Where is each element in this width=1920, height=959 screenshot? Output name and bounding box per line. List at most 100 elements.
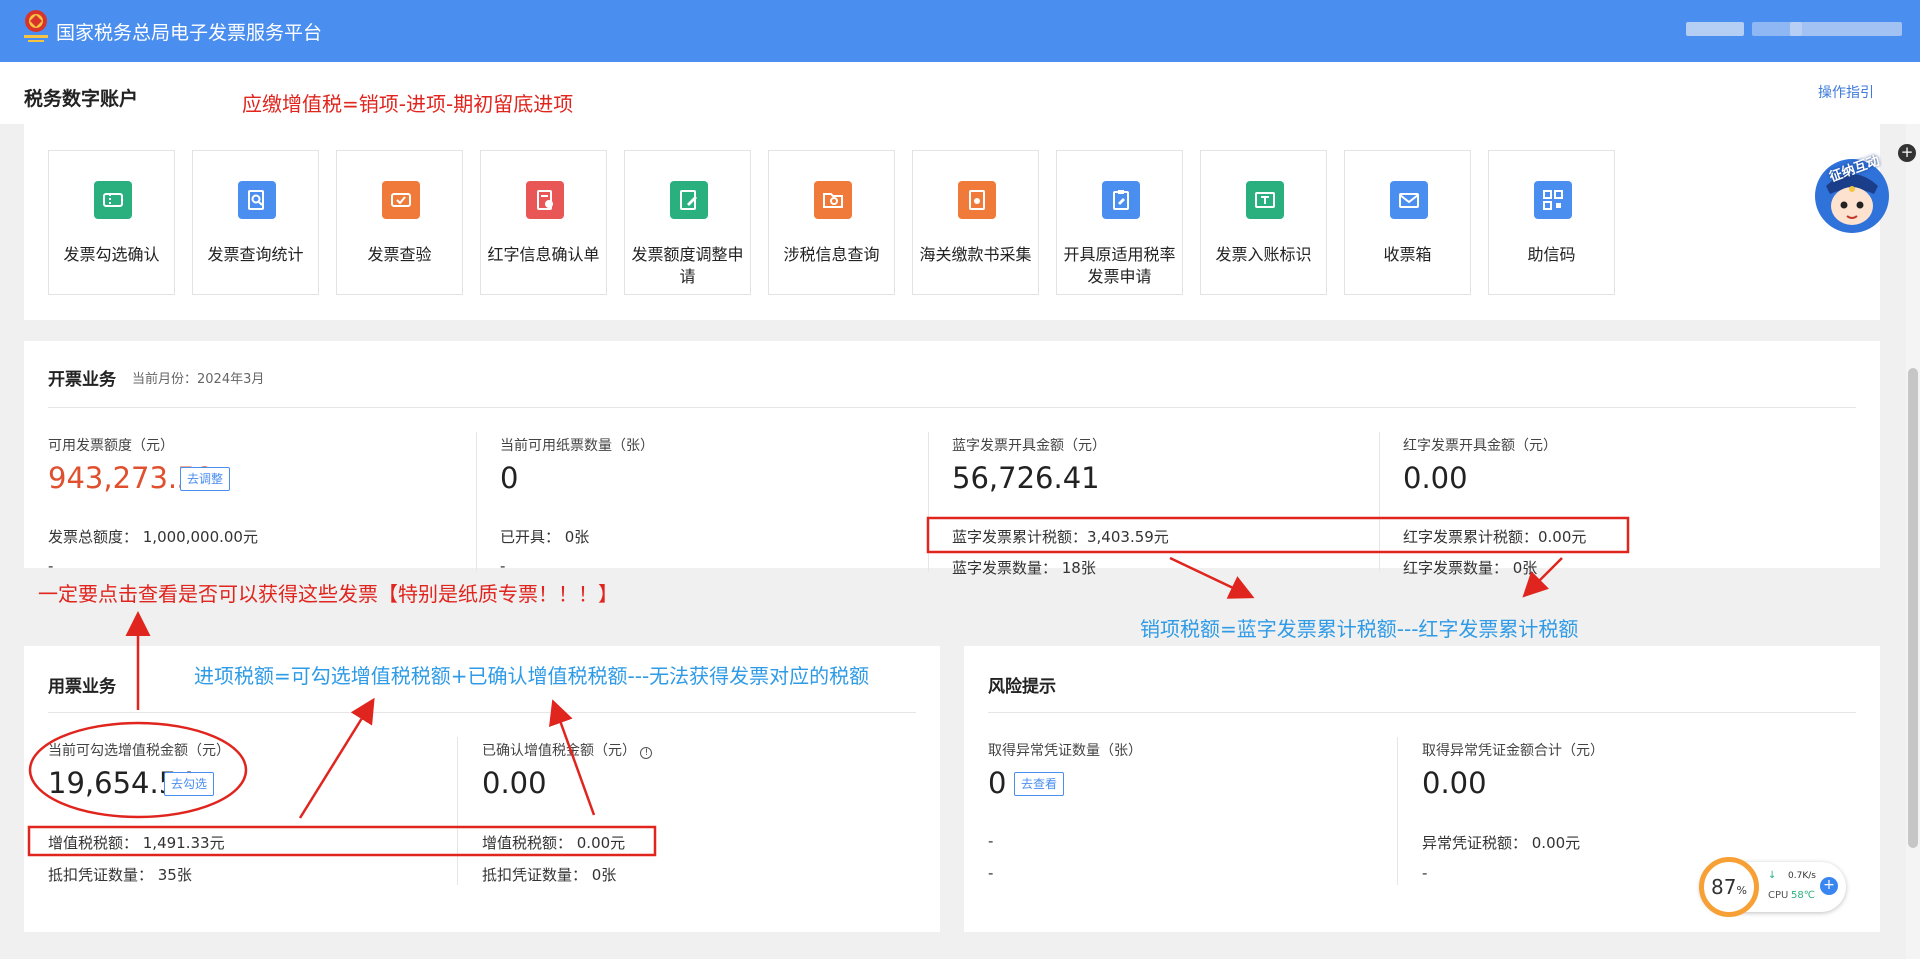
abnormal-tax-line: 异常凭证税额： 0.00元 — [1422, 834, 1581, 852]
confirmed-tax-line: 增值税税额： 0.00元 — [482, 834, 626, 852]
tax-emblem-icon — [24, 10, 48, 42]
tile-label: 发票入账标识 — [1215, 245, 1312, 264]
qrcode-icon — [1534, 181, 1572, 219]
tile-qrcode[interactable]: 助信码 — [1488, 150, 1615, 295]
info-icon[interactable]: ! — [640, 747, 653, 759]
cpu-temp: 58℃ — [1791, 890, 1815, 901]
tile-clipboard-edit[interactable]: 开具原适用税率发票申请 — [1056, 150, 1183, 295]
app-title: 国家税务总局电子发票服务平台 — [56, 22, 323, 44]
ticket-icon — [94, 181, 132, 219]
quota-dash: - — [48, 557, 54, 575]
abnormal-amount-label: 取得异常凭证金额合计（元） — [1422, 743, 1604, 759]
user-info-blurred[interactable] — [1686, 22, 1744, 36]
red-doc-icon — [526, 181, 564, 219]
abnormal-amount-value: 0.00 — [1422, 766, 1487, 800]
tile-label: 发票查询统计 — [207, 245, 304, 264]
clipboard-edit-icon — [1102, 181, 1140, 219]
select-invoices-button[interactable]: 去勾选 — [164, 772, 215, 796]
confirmed-vat-value: 0.00 — [482, 766, 547, 800]
mail-icon — [1390, 181, 1428, 219]
confirmed-vat-label: 已确认增值税金额（元） ! — [482, 740, 653, 760]
memory-percent-unit: % — [1736, 884, 1747, 897]
abnormal-dash-2: - — [988, 864, 994, 882]
paper-count-value: 0 — [500, 461, 519, 495]
paper-dash: - — [500, 557, 506, 575]
assistant-mascot[interactable]: 征纳互动 — [1812, 150, 1892, 236]
tile-folder-search[interactable]: 涉税信息查询 — [768, 150, 895, 295]
folder-search-icon — [814, 181, 852, 219]
confirmed-count-line: 抵扣凭证数量： 0张 — [482, 866, 617, 884]
confirmed-vat-label-text: 已确认增值税金额（元） — [482, 743, 636, 759]
tile-edit-doc[interactable]: 发票额度调整申请 — [624, 150, 751, 295]
annotation-check-note: 一定要点击查看是否可以获得这些发票【特别是纸质专票！！！】 — [38, 582, 618, 606]
add-icon[interactable]: + — [1898, 144, 1916, 162]
risk-title: 风险提示 — [988, 677, 1056, 697]
tile-label: 海关缴款书采集 — [919, 245, 1032, 264]
tile-mail[interactable]: 收票箱 — [1344, 150, 1471, 295]
invoicing-title: 开票业务 — [48, 370, 116, 390]
system-monitor-widget[interactable]: 87% ↓ 0.7K/s CPU 58℃ + — [1699, 857, 1846, 917]
selectable-vat-label: 当前可勾选增值税金额（元） — [48, 743, 230, 759]
blue-count-line: 蓝字发票数量： 18张 — [952, 559, 1096, 577]
divider — [928, 432, 929, 572]
memory-usage-ring: 87% — [1699, 857, 1759, 917]
divider — [48, 712, 916, 713]
usage-title: 用票业务 — [48, 677, 116, 697]
cpu-label: CPU — [1768, 890, 1789, 901]
total-quota-line: 发票总额度： 1,000,000.00元 — [48, 528, 258, 546]
selectable-tax-line: 增值税税额： 1,491.33元 — [48, 834, 225, 852]
deduction-count-line: 抵扣凭证数量： 35张 — [48, 866, 192, 884]
tile-search-doc[interactable]: 发票查询统计 — [192, 150, 319, 295]
paper-count-label: 当前可用纸票数量（张） — [500, 438, 654, 454]
network-speed: 0.7K/s — [1788, 871, 1816, 881]
tile-verify-ticket[interactable]: 发票查验 — [336, 150, 463, 295]
annotation-payable-formula: 应缴增值税=销项-进项-期初留底进项 — [242, 92, 574, 116]
divider — [476, 432, 477, 572]
top-bar: 国家税务总局电子发票服务平台 — [0, 0, 1920, 62]
customs-doc-icon — [958, 181, 996, 219]
tile-label: 发票查验 — [367, 245, 432, 264]
tile-label: 收票箱 — [1383, 245, 1432, 264]
blue-amount-label: 蓝字发票开具金额（元） — [952, 438, 1106, 454]
annotation-input-formula: 进项税额=可勾选增值税税额+已确认增值税税额---无法获得发票对应的税额 — [194, 664, 870, 688]
divider — [988, 712, 1856, 713]
available-quota-label: 可用发票额度（元） — [48, 438, 174, 454]
divider — [457, 737, 458, 885]
tile-customs-doc[interactable]: 海关缴款书采集 — [912, 150, 1039, 295]
abnormal-dash-3: - — [1422, 864, 1428, 882]
tile-label: 发票勾选确认 — [63, 245, 160, 264]
red-tax-line: 红字发票累计税额：0.00元 — [1403, 528, 1587, 546]
download-arrow-icon: ↓ — [1768, 870, 1777, 881]
abnormal-count-value: 0 — [988, 766, 1007, 800]
verify-ticket-icon — [382, 181, 420, 219]
blue-tax-line: 蓝字发票累计税额：3,403.59元 — [952, 528, 1169, 546]
tile-ticket[interactable]: 发票勾选确认 — [48, 150, 175, 295]
edit-doc-icon — [670, 181, 708, 219]
search-doc-icon — [238, 181, 276, 219]
divider — [48, 407, 1856, 408]
stamp-ticket-icon — [1246, 181, 1284, 219]
blue-amount-value: 56,726.41 — [952, 461, 1100, 495]
help-link[interactable]: 操作指引 — [1818, 82, 1874, 102]
tile-red-doc[interactable]: 红字信息确认单 — [480, 150, 607, 295]
tile-label: 助信码 — [1527, 245, 1576, 264]
red-count-line: 红字发票数量： 0张 — [1403, 559, 1538, 577]
tile-label: 红字信息确认单 — [487, 245, 600, 264]
issued-line: 已开具： 0张 — [500, 528, 590, 546]
tile-label: 发票额度调整申请 — [631, 245, 744, 286]
user-org-blurred[interactable] — [1790, 22, 1902, 36]
abnormal-dash-1: - — [988, 832, 994, 850]
divider — [1379, 432, 1380, 572]
tile-stamp-ticket[interactable]: 发票入账标识 — [1200, 150, 1327, 295]
annotation-output-formula: 销项税额=蓝字发票累计税额---红字发票累计税额 — [1140, 617, 1579, 641]
tile-label: 开具原适用税率发票申请 — [1063, 245, 1176, 286]
page-title: 税务数字账户 — [24, 88, 139, 110]
red-amount-label: 红字发票开具金额（元） — [1403, 438, 1557, 454]
tile-label: 涉税信息查询 — [783, 245, 880, 264]
view-abnormal-button[interactable]: 去查看 — [1014, 772, 1065, 796]
adjust-quota-button[interactable]: 去调整 — [180, 467, 231, 491]
scrollbar-thumb[interactable] — [1908, 368, 1918, 848]
boost-button[interactable]: + — [1820, 877, 1838, 895]
memory-percent: 87 — [1711, 875, 1737, 899]
invoicing-month: 当前月份：2024年3月 — [132, 372, 265, 387]
